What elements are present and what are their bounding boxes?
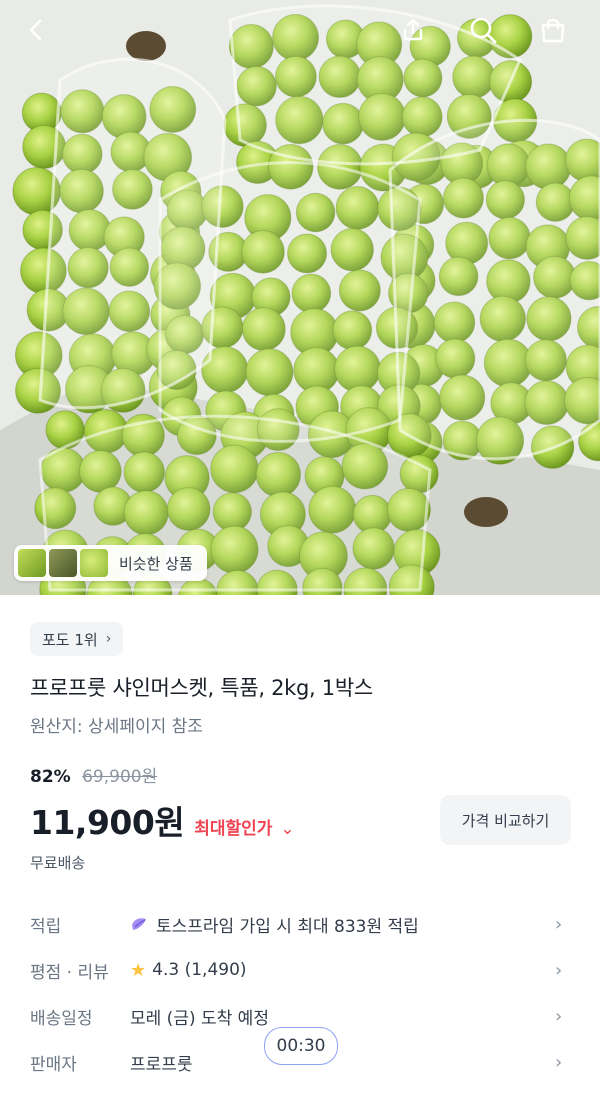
- chevron-right-icon: ›: [555, 913, 563, 935]
- search-icon: [470, 17, 497, 44]
- price-row: 11,900원 최대할인가 ⌄: [30, 796, 295, 844]
- category-rank-badge[interactable]: 포도 1위 ›: [30, 622, 124, 656]
- chevron-down-icon: ⌄: [280, 819, 295, 839]
- chevron-right-icon: ›: [555, 1051, 563, 1073]
- back-button[interactable]: [16, 10, 56, 50]
- similar-products-label: 비슷한 상품: [119, 554, 193, 573]
- review-count: (1,490): [184, 960, 247, 980]
- shipping-info: 무료배송: [30, 854, 86, 872]
- original-price: 69,900원: [82, 767, 158, 787]
- grape-photo: [0, 0, 600, 595]
- product-image[interactable]: 비슷한 상품: [0, 0, 600, 595]
- similar-thumb-3: [80, 549, 108, 577]
- reward-label: 적립: [30, 916, 62, 937]
- rank-badge-label: 포도 1위: [42, 630, 98, 649]
- chevron-right-icon: ›: [105, 631, 112, 647]
- reward-value-wrap: 토스프라임 가입 시 최대 833원 적립: [130, 912, 419, 937]
- info-row-rating[interactable]: 평점 · 리뷰 ★ 4.3 (1,490) ›: [0, 950, 600, 990]
- delivery-value: 모레 (금) 도착 예정: [130, 1008, 269, 1029]
- sale-price: 11,900원: [30, 803, 185, 842]
- chevron-right-icon: ›: [555, 959, 563, 981]
- reward-value: 토스프라임 가입 시 최대 833원 적립: [156, 916, 419, 937]
- back-arrow-icon: [29, 19, 42, 41]
- share-icon: [403, 18, 423, 41]
- share-button[interactable]: [393, 10, 433, 50]
- seller-label: 판매자: [30, 1054, 77, 1075]
- similar-thumb-2: [49, 549, 77, 577]
- rating-score: 4.3: [152, 960, 180, 980]
- rating-value-wrap: ★ 4.3 (1,490): [130, 960, 247, 981]
- recording-timer-badge: 00:30: [264, 1027, 338, 1065]
- top-navigation-bar: [0, 0, 600, 60]
- shopping-bag-icon: [541, 18, 565, 43]
- rating-label: 평점 · 리뷰: [30, 962, 109, 983]
- similar-products-button[interactable]: 비슷한 상품: [14, 545, 207, 581]
- product-origin: 원산지: 상세페이지 참조: [30, 717, 203, 737]
- similar-thumb-1: [18, 549, 46, 577]
- max-discount-label: 최대할인가: [194, 819, 273, 839]
- discount-row: 82% 69,900원: [30, 762, 157, 787]
- search-button[interactable]: [463, 10, 503, 50]
- seller-value: 프로프룻: [130, 1054, 193, 1075]
- chevron-right-icon: ›: [555, 1005, 563, 1027]
- compare-price-button[interactable]: 가격 비교하기: [440, 795, 571, 845]
- star-icon: ★: [130, 959, 147, 981]
- toss-prime-icon: [132, 918, 146, 930]
- info-row-reward[interactable]: 적립 토스프라임 가입 시 최대 833원 적립 ›: [0, 904, 600, 944]
- max-discount-toggle[interactable]: 최대할인가 ⌄: [194, 814, 294, 839]
- product-title: 프로프룻 샤인머스켓, 특품, 2kg, 1박스: [30, 676, 373, 700]
- cart-button[interactable]: [533, 10, 573, 50]
- delivery-label: 배송일정: [30, 1008, 93, 1029]
- discount-percent: 82%: [30, 767, 71, 787]
